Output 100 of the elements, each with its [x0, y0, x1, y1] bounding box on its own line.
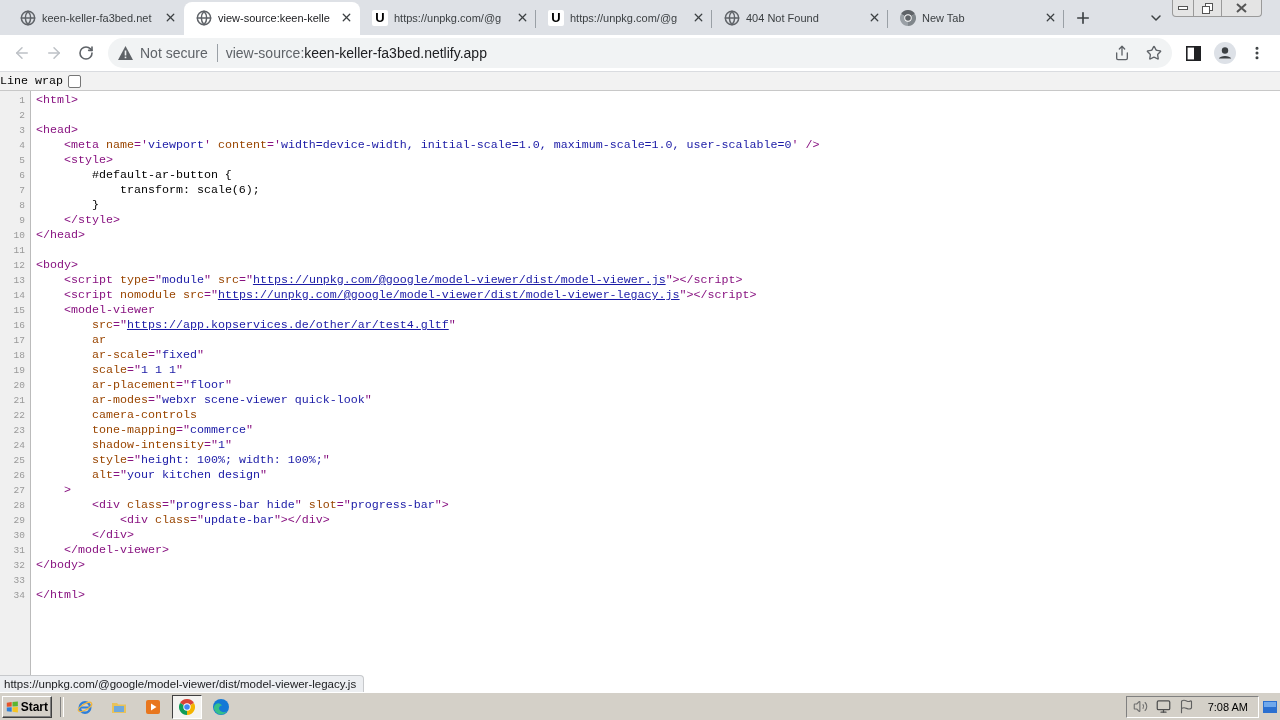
line-number: 22: [12, 409, 26, 423]
line-number: 18: [12, 349, 26, 363]
clock-text: 7:08 AM: [1207, 700, 1248, 713]
line-number: 28: [12, 499, 26, 513]
swirl-icon: [213, 698, 229, 715]
line-number: 11: [12, 244, 26, 258]
line-number: 5: [18, 154, 26, 168]
code-line: <script nomodule src="https://unpkg.com/@google/model-viewer/dist/model-viewer-legacy.js"></script>: [64, 288, 757, 303]
line-number: 33: [12, 574, 26, 588]
star-icon: [1146, 45, 1162, 61]
line-number: 34: [12, 589, 26, 603]
code-line: ar-modes="webxr scene-viewer quick-look": [91, 393, 372, 408]
browser-tab[interactable]: keen-keller-fa3bed.net: [8, 2, 184, 35]
profile-button[interactable]: [1211, 39, 1239, 67]
code-line: ar-scale="fixed": [91, 348, 204, 363]
avatar-icon: [1214, 42, 1236, 64]
minimize-button[interactable]: [1172, 0, 1194, 17]
security-label[interactable]: Not secure: [140, 45, 208, 61]
line-number: 29: [12, 514, 26, 528]
url-text[interactable]: view-source:keen-keller-fa3bed.netlify.app: [225, 45, 487, 61]
line-number: 19: [12, 364, 26, 378]
line-number: 14: [12, 289, 26, 303]
line-number: 26: [12, 469, 26, 483]
restore-icon: [1202, 2, 1213, 14]
play-icon: [145, 698, 161, 715]
source-link[interactable]: https://unpkg.com/@google/model-viewer/dist/model-viewer.js: [252, 273, 666, 287]
browser-icon: [77, 698, 93, 715]
flag-logo-icon: [6, 699, 19, 714]
line-number: 3: [18, 124, 26, 138]
line-number: 2: [18, 109, 26, 123]
line-number: 12: [12, 259, 26, 273]
globe-icon: [20, 9, 36, 26]
minimize-icon: [1178, 6, 1188, 10]
code-line: tone-mapping="commerce": [91, 423, 253, 438]
code-line: </html>: [36, 588, 85, 603]
code-line: </div>: [91, 528, 134, 543]
link-status-bubble: https://unpkg.com/@google/model-viewer/dist/model-viewer-legacy.js: [0, 675, 365, 692]
code-line: <script type="module" src="https://unpkg.com/@google/model-viewer/dist/model-viewer.js"></script>: [64, 273, 743, 288]
globe-icon: [196, 9, 212, 26]
address-bar[interactable]: Not secure view-source:keen-keller-fa3bed.netlify.app: [108, 38, 1172, 68]
code-line: <meta name='viewport' content='width=device-width, initial-scale=1.0, maximum-scale=1.0, user-scalable=0' />: [64, 138, 820, 153]
code-line: style="height: 100%; width: 100%;": [91, 453, 330, 468]
line-number: 23: [12, 424, 26, 438]
code-line: <body>: [36, 258, 78, 273]
code-line: <style>: [64, 153, 113, 168]
browser-tab[interactable]: U https://unpkg.com/@g: [536, 2, 712, 35]
code-line: <head>: [36, 123, 78, 138]
code-line: >: [64, 483, 71, 498]
forward-arrow-icon: [45, 44, 63, 62]
line-wrap-label[interactable]: Line wrap: [0, 74, 63, 88]
line-number: 6: [18, 169, 26, 183]
line-number: 16: [12, 319, 26, 333]
site-favicon: U: [372, 9, 388, 26]
line-number: 25: [12, 454, 26, 468]
line-number: 20: [12, 379, 26, 393]
browser-tab[interactable]: New Tab: [888, 2, 1064, 35]
line-number: 15: [12, 304, 26, 318]
code-line: <div class="progress-bar hide" slot="progress-bar">: [91, 498, 449, 513]
line-number: 17: [12, 334, 26, 348]
line-number: 1: [18, 94, 26, 108]
code-line: </body>: [36, 558, 85, 573]
line-number: 31: [12, 544, 26, 558]
globe-icon: [724, 9, 740, 26]
site-favicon: U: [548, 9, 564, 26]
code-line: ar-placement="floor": [91, 378, 232, 393]
code-line: scale="1 1 1": [91, 363, 183, 378]
restore-button[interactable]: [1194, 0, 1222, 17]
line-number: 32: [12, 559, 26, 573]
start-button[interactable]: Start: [2, 695, 52, 718]
line-number: 4: [18, 139, 26, 153]
close-icon: [1236, 3, 1247, 13]
line-number: 7: [18, 184, 26, 198]
code-line: }: [91, 198, 99, 213]
browser-tab[interactable]: U https://unpkg.com/@g: [360, 2, 536, 35]
code-line: <div class="update-bar"></div>: [119, 513, 330, 528]
speaker-icon: [1132, 699, 1148, 714]
round-logo-icon: [900, 9, 916, 26]
line-number: 9: [18, 214, 26, 228]
code-line: <model-viewer: [64, 303, 155, 318]
warning-icon: [118, 46, 133, 60]
flag-icon: [1178, 699, 1194, 714]
line-number: 21: [12, 394, 26, 408]
source-link[interactable]: https://unpkg.com/@google/model-viewer/dist/model-viewer-legacy.js: [217, 288, 680, 302]
line-number: 27: [12, 484, 26, 498]
monitor-icon: [1155, 699, 1171, 714]
line-number: 8: [18, 199, 26, 213]
browser-tab[interactable]: 404 Not Found: [712, 2, 888, 35]
line-number: 24: [12, 439, 26, 453]
code-line: </head>: [36, 228, 85, 243]
line-number: 10: [12, 229, 26, 243]
close-window-button[interactable]: [1222, 0, 1262, 17]
line-wrap-checkbox[interactable]: [67, 74, 81, 88]
reload-icon: [78, 45, 94, 61]
taskbar-app-button[interactable]: [172, 694, 202, 719]
browser-tab[interactable]: view-source:keen-kelle: [184, 2, 360, 35]
source-link[interactable]: https://app.kopservices.de/other/ar/test4.gltf: [126, 318, 449, 332]
side-panel-icon: [1185, 45, 1201, 61]
code-line: </model-viewer>: [64, 543, 169, 558]
line-number: 30: [12, 529, 26, 543]
desktop-icon[interactable]: [1263, 700, 1277, 713]
